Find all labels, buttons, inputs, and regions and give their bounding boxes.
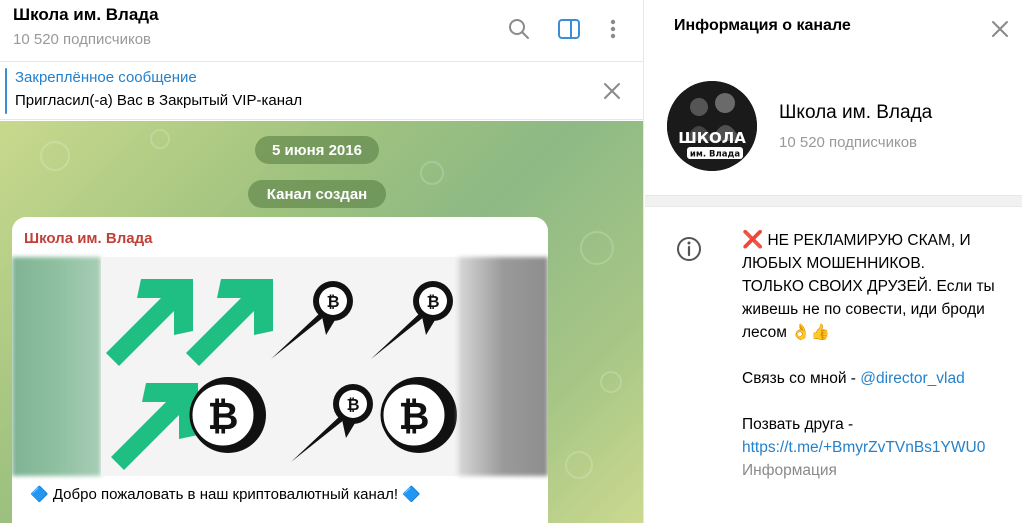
image-blur-right [458, 257, 548, 476]
description-line-2: ТОЛЬКО СВОИХ ДРУЗЕЙ. Если ты живешь не п… [742, 278, 995, 341]
svg-text:₿: ₿ [399, 394, 430, 438]
image-blur-left [12, 257, 101, 476]
pinned-text: Пригласил(-а) Вас в Закрытый VIP-канал [15, 92, 303, 109]
message-bubble[interactable]: Школа им. Влада ₿ ₿ ₿ ₿ ₿ 🔷 Добро пожало… [12, 217, 548, 523]
pinned-message[interactable]: Закреплённое сообщение Пригласил(-а) Вас… [0, 62, 643, 120]
more-button[interactable] [598, 14, 628, 44]
wallpaper-doodle [600, 371, 622, 393]
crypto-illustration: ₿ ₿ ₿ ₿ ₿ [106, 279, 457, 470]
more-vertical-icon [610, 19, 616, 39]
channel-avatar[interactable]: ШКОЛА им. Влада [667, 81, 757, 171]
message-image[interactable]: ₿ ₿ ₿ ₿ ₿ [12, 257, 548, 476]
toggle-info-button[interactable] [554, 14, 584, 44]
chat-pane: Школа им. Влада 10 520 подписчиков Закре… [0, 0, 644, 523]
svg-text:₿: ₿ [326, 292, 339, 311]
wallpaper-doodle [580, 231, 614, 265]
channel-subscriber-count: 10 520 подписчиков [779, 134, 918, 151]
crypto-image-grid: ₿ ₿ ₿ ₿ ₿ [101, 257, 458, 476]
avatar-logo-text: ШКОЛА [678, 129, 746, 147]
cross-mark-icon: ❌ [742, 230, 764, 249]
channel-description: ❌ НЕ РЕКЛАМИРУЮ СКАМ, И ЛЮБЫХ МОШЕННИКОВ… [742, 228, 1007, 482]
contact-username-link[interactable]: @director_vlad [860, 370, 964, 387]
info-title: Информация о канале [674, 17, 851, 34]
invite-link[interactable]: https://t.me/+BmyrZvTVnBs1YWU0 [742, 436, 1007, 459]
avatar-logo-subtext: им. Влада [690, 150, 740, 160]
search-icon [509, 19, 529, 39]
chat-header[interactable]: Школа им. Влада 10 520 подписчиков [0, 0, 643, 62]
description-line-1: ❌ НЕ РЕКЛАМИРУЮ СКАМ, И ЛЮБЫХ МОШЕННИКОВ… [742, 230, 971, 272]
close-pinned-button[interactable] [598, 77, 626, 105]
wallpaper-doodle [420, 161, 444, 185]
svg-text:₿: ₿ [208, 394, 239, 438]
chat-subscriber-count: 10 520 подписчиков [13, 31, 152, 48]
close-info-button[interactable] [985, 14, 1015, 44]
channel-logo: ШКОЛА им. Влада [667, 81, 757, 171]
info-icon [675, 235, 703, 263]
channel-name: Школа им. Влада [779, 102, 933, 123]
message-text: 🔷 Добро пожаловать в наш криптовалютный … [30, 486, 421, 503]
description-section-label: Информация [742, 462, 837, 479]
message-author[interactable]: Школа им. Влада [24, 230, 152, 247]
section-divider [645, 195, 1022, 207]
channel-created-badge: Канал создан [248, 180, 386, 208]
search-button[interactable] [504, 14, 534, 44]
pinned-accent-bar [5, 68, 7, 114]
pinned-title: Закреплённое сообщение [15, 69, 197, 86]
wallpaper-doodle [40, 141, 70, 171]
date-badge: 5 июня 2016 [255, 136, 379, 164]
channel-info-pane: Информация о канале ШКОЛА им. Влада Школ… [645, 0, 1022, 523]
chat-title[interactable]: Школа им. Влада [13, 5, 159, 25]
description-invite-label: Позвать друга - [742, 416, 854, 433]
svg-text:₿: ₿ [426, 292, 439, 311]
close-icon [604, 83, 620, 99]
svg-text:₿: ₿ [346, 395, 359, 414]
wallpaper-doodle [565, 451, 593, 479]
wallpaper-doodle [150, 129, 170, 149]
sidebar-toggle-icon [558, 19, 580, 39]
description-contact: Связь со мной - @director_vlad [742, 370, 965, 387]
close-icon [992, 21, 1008, 37]
